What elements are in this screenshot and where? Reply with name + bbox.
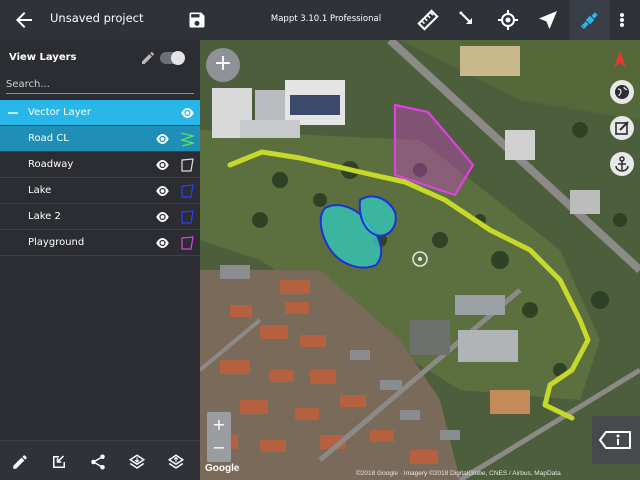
add-feature-button[interactable]: +	[206, 48, 240, 82]
north-arrow-icon	[614, 51, 626, 67]
polygon-symbol-icon	[181, 210, 194, 224]
map-view[interactable]: + + − Google ©2018 Google · Imagery ©201…	[200, 40, 640, 480]
layer-row-road-cl[interactable]: Road CL	[0, 126, 200, 152]
app-title: Mappt 3.10.1 Professional	[270, 14, 382, 24]
layer-search-input[interactable]	[6, 76, 194, 94]
eye-icon[interactable]	[155, 159, 170, 171]
feature-info-button[interactable]	[592, 416, 640, 464]
layer-name: Playground	[28, 237, 85, 248]
satellite-imagery	[200, 40, 640, 480]
layer-name: Lake 2	[28, 211, 61, 222]
zoom-in-button[interactable]: +	[207, 414, 231, 436]
app-window: Unsaved project Mappt 3.10.1 Professiona…	[0, 0, 640, 480]
share-icon[interactable]	[89, 453, 107, 471]
layer-name: Roadway	[28, 159, 74, 170]
polygon-symbol-icon	[181, 184, 194, 198]
eye-icon[interactable]	[180, 107, 195, 119]
zoom-control: + −	[207, 412, 231, 462]
layers-up-icon[interactable]	[167, 453, 185, 471]
save-icon[interactable]	[187, 10, 207, 30]
pointer-tool-icon[interactable]	[456, 8, 480, 32]
collapse-icon[interactable]	[8, 112, 18, 114]
ruler-icon[interactable]	[416, 8, 440, 32]
map-attribution: ©2018 Google · Imagery ©2018 DigitalGlob…	[356, 470, 561, 477]
import-icon[interactable]	[50, 453, 68, 471]
polygon-symbol-icon	[181, 158, 194, 172]
satellite-icon[interactable]	[578, 8, 602, 32]
globe-icon[interactable]	[610, 80, 634, 104]
polygon-symbol-icon	[181, 236, 194, 250]
layers-down-icon[interactable]	[128, 453, 146, 471]
edit-map-icon[interactable]	[610, 116, 634, 140]
info-tag-icon	[598, 431, 631, 449]
panel-bottom-toolbar	[0, 440, 200, 480]
layer-name: Road CL	[28, 133, 69, 144]
eye-icon[interactable]	[155, 185, 170, 197]
layer-name: Vector Layer	[28, 107, 91, 118]
layer-row-lake-2[interactable]: Lake 2	[0, 204, 200, 230]
layer-row-roadway[interactable]: Roadway	[0, 152, 200, 178]
project-title: Unsaved project	[50, 11, 144, 25]
eye-icon[interactable]	[155, 211, 170, 223]
layer-name: Lake	[28, 185, 52, 196]
gps-target-icon[interactable]	[496, 8, 520, 32]
back-arrow-icon[interactable]	[12, 8, 36, 32]
eye-icon[interactable]	[155, 237, 170, 249]
top-toolbar: Unsaved project Mappt 3.10.1 Professiona…	[0, 0, 640, 40]
navigation-icon[interactable]	[536, 8, 560, 32]
layer-row-lake[interactable]: Lake	[0, 178, 200, 204]
panel-title: View Layers	[9, 52, 77, 63]
layers-toggle[interactable]	[160, 51, 185, 65]
line-symbol-icon	[180, 132, 194, 147]
eye-icon[interactable]	[155, 133, 170, 145]
anchor-icon[interactable]	[610, 152, 634, 176]
zoom-out-button[interactable]: −	[207, 437, 231, 459]
edit-icon[interactable]	[11, 453, 29, 471]
layer-row-vector-layer[interactable]: Vector Layer	[0, 100, 200, 126]
layers-panel: View Layers Vector Layer Road CL Roadway…	[0, 40, 200, 440]
google-logo: Google	[205, 463, 240, 474]
pencil-icon[interactable]	[140, 50, 156, 66]
layer-row-playground[interactable]: Playground	[0, 230, 200, 256]
more-menu-icon[interactable]	[614, 8, 630, 32]
